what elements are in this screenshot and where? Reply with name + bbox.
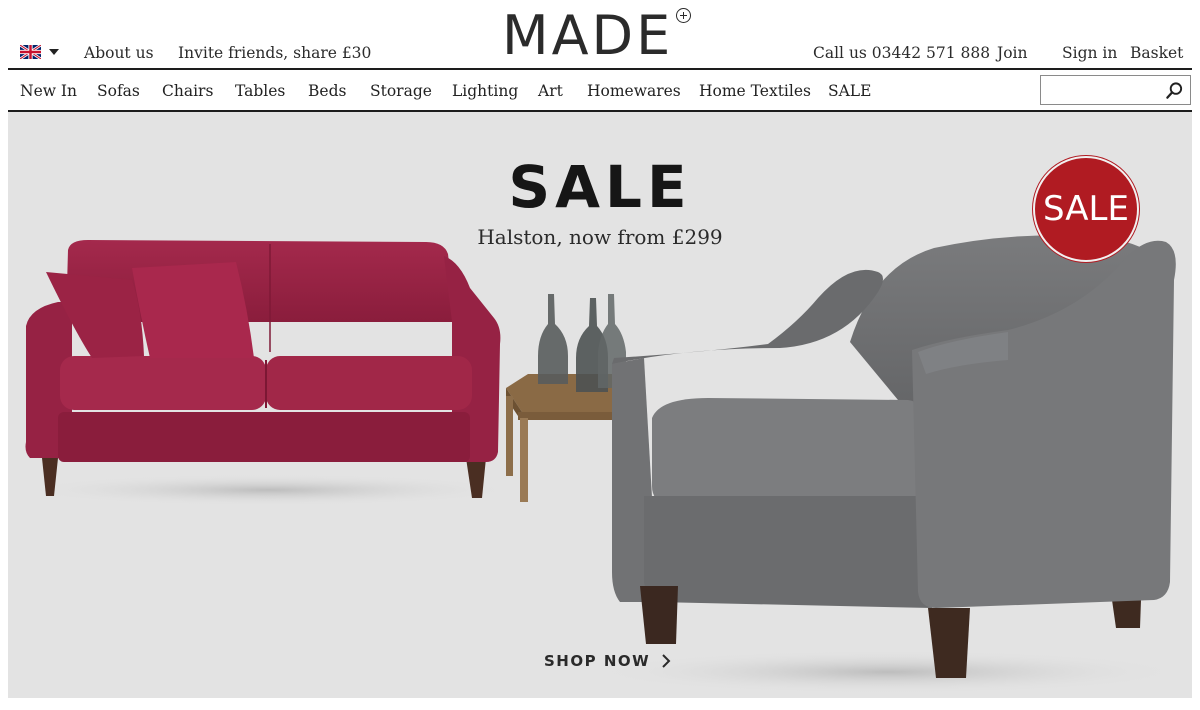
plus-circle-icon — [676, 8, 692, 23]
red-sofa — [25, 240, 501, 498]
search-box — [1040, 75, 1191, 105]
grey-armchair — [612, 235, 1176, 678]
nav-item-home-textiles[interactable]: Home Textiles — [699, 81, 811, 101]
hero-subtitle: Halston, now from £299 — [477, 225, 723, 249]
logo-wordmark: MADE — [502, 4, 674, 67]
invite-friends-link[interactable]: Invite friends, share £30 — [178, 43, 371, 63]
about-us-link[interactable]: About us — [84, 43, 154, 63]
nav-item-homewares[interactable]: Homewares — [587, 81, 681, 101]
nav-item-lighting[interactable]: Lighting — [452, 81, 518, 101]
country-selector[interactable] — [20, 45, 59, 59]
sale-badge: SALE — [1033, 156, 1139, 262]
nav-item-tables[interactable]: Tables — [235, 81, 285, 101]
nav-item-storage[interactable]: Storage — [370, 81, 432, 101]
nav-item-beds[interactable]: Beds — [308, 81, 346, 101]
chevron-right-icon — [662, 654, 671, 668]
sale-badge-label: SALE — [1043, 189, 1129, 229]
join-link[interactable]: Join — [997, 43, 1028, 63]
side-table — [506, 294, 626, 502]
call-us-link[interactable]: Call us 03442 571 888 — [813, 43, 990, 63]
search-input[interactable] — [1045, 79, 1163, 101]
basket-link[interactable]: Basket — [1130, 43, 1183, 63]
nav-item-sale[interactable]: SALE — [828, 81, 871, 101]
nav-item-sofas[interactable]: Sofas — [97, 81, 140, 101]
uk-flag-icon — [20, 45, 41, 59]
nav-item-chairs[interactable]: Chairs — [162, 81, 213, 101]
made-logo[interactable]: MADE — [502, 4, 692, 67]
chevron-down-icon — [49, 49, 59, 55]
nav-item-new-in[interactable]: New In — [20, 81, 77, 101]
search-icon[interactable] — [1165, 81, 1184, 100]
hero-title: SALE — [508, 153, 692, 221]
top-header: About us Invite friends, share £30 MADE … — [0, 0, 1200, 70]
main-nav: New In Sofas Chairs Tables Beds Storage … — [8, 70, 1192, 110]
shop-now-button[interactable]: SHOP NOW — [544, 652, 672, 670]
sign-in-link[interactable]: Sign in — [1062, 43, 1117, 63]
shop-now-label: SHOP NOW — [544, 652, 651, 670]
nav-item-art[interactable]: Art — [538, 81, 563, 101]
hero-banner[interactable]: SALE Halston, now from £299 SALE SHOP NO… — [8, 112, 1192, 698]
